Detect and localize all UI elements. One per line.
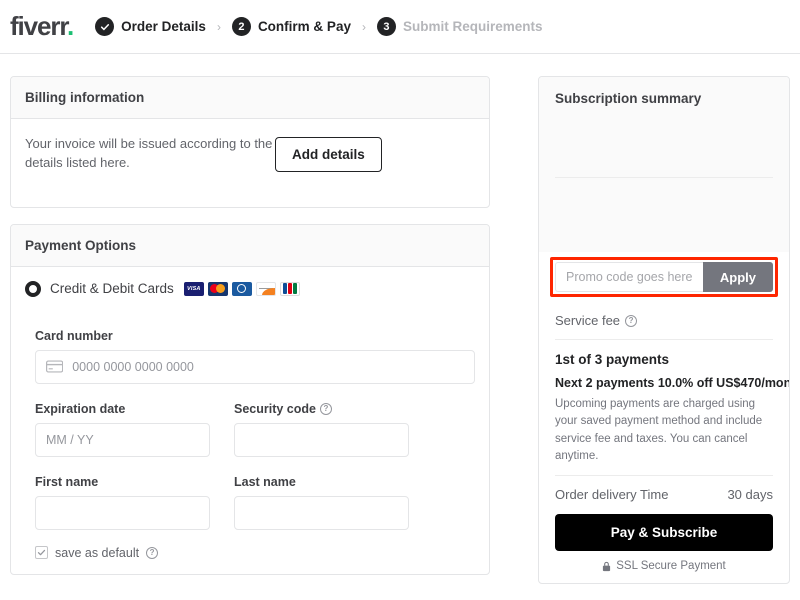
step-1-badge (95, 17, 115, 36)
card-details-form: Card number Expiration date (11, 311, 489, 574)
payment-method-credit-debit[interactable]: Credit & Debit Cards VISA (11, 267, 489, 311)
card-brand-list: VISA (183, 281, 300, 296)
security-code-help-icon[interactable]: ? (319, 402, 332, 415)
logo-wordmark: fiverr (10, 10, 68, 41)
payment-options-title: Payment Options (11, 224, 489, 267)
name-row: First name Last name (35, 475, 475, 530)
step-order-details[interactable]: Order Details (95, 17, 206, 36)
step-separator-2: › (361, 19, 366, 34)
card-number-input[interactable] (63, 359, 464, 374)
service-fee-label-group: Service fee ? (555, 313, 638, 328)
logo-dot: . (67, 10, 74, 41)
expiration-field-group: Expiration date (35, 402, 210, 457)
credit-card-icon (46, 360, 64, 373)
checkout-page: Billing information Your invoice will be… (0, 54, 800, 591)
left-column: Billing information Your invoice will be… (10, 76, 490, 591)
jcb-icon (279, 281, 300, 296)
save-as-default-checkbox[interactable] (35, 546, 48, 560)
first-name-field-group: First name (35, 475, 210, 530)
payments-description: Upcoming payments are charged using your… (555, 398, 763, 462)
step-3-badge: 3 (376, 17, 396, 36)
promo-code-input[interactable] (555, 262, 703, 292)
column-spacer (490, 76, 538, 591)
first-name-input[interactable] (35, 495, 210, 530)
service-fee-row: Service fee ? (539, 302, 789, 339)
last-name-field-group: Last name (234, 475, 409, 530)
step-submit-requirements: 3 Submit Requirements (376, 17, 543, 36)
check-icon (100, 23, 109, 30)
step-2-badge: 2 (231, 17, 251, 36)
last-name-input[interactable] (234, 495, 409, 530)
order-delivery-value: 30 days (727, 487, 773, 502)
right-column: Subscription summary Apply Service fee ? (538, 76, 790, 591)
step-confirm-pay[interactable]: 2 Confirm & Pay (231, 17, 351, 36)
visa-icon: VISA (183, 281, 204, 296)
pay-and-subscribe-button[interactable]: Pay & Subscribe (555, 514, 773, 551)
apply-promo-button[interactable]: Apply (702, 262, 773, 292)
subscription-summary-header: Subscription summary (539, 77, 789, 252)
save-as-default-help-icon[interactable]: ? (146, 546, 159, 559)
expiry-security-row: Expiration date Security code ? (35, 402, 475, 457)
step-3-label: Submit Requirements (402, 19, 543, 34)
payment-options-card: Payment Options Credit & Debit Cards VIS… (10, 223, 490, 575)
app-header: fiverr. Order Details › 2 Confirm & Pay … (0, 0, 800, 54)
order-delivery-label: Order delivery Time (555, 487, 669, 502)
payments-block: 1st of 3 payments Next 2 payments 10.0% … (539, 340, 789, 475)
first-name-label: First name (35, 474, 99, 489)
summary-divider (555, 177, 773, 178)
step-2-label: Confirm & Pay (257, 19, 351, 34)
add-details-button[interactable]: Add details (275, 137, 382, 172)
security-code-label: Security code ? (234, 402, 409, 416)
lock-icon (603, 561, 611, 571)
diners-club-icon (231, 281, 252, 296)
security-code-input[interactable] (234, 422, 409, 457)
credit-debit-radio[interactable] (25, 280, 41, 297)
checkout-stepper: Order Details › 2 Confirm & Pay › 3 Subm… (95, 17, 543, 36)
checkmark-icon (37, 550, 46, 556)
order-delivery-row: Order delivery Time 30 days (539, 476, 789, 514)
promo-code-section: Apply (539, 252, 789, 302)
ssl-secure-payment-note: SSL Secure Payment (539, 551, 789, 583)
subscription-summary-title: Subscription summary (555, 91, 702, 106)
security-code-field-group: Security code ? (234, 402, 409, 457)
diners-ring (237, 284, 247, 294)
step-1-label: Order Details (121, 19, 206, 34)
ssl-secure-payment-label: SSL Secure Payment (616, 560, 726, 572)
billing-description: Your invoice will be issued according to… (25, 136, 273, 170)
promo-code-box: Apply (555, 262, 773, 292)
last-name-label: Last name (234, 474, 296, 489)
subscription-summary-card: Subscription summary Apply Service fee ? (538, 76, 790, 584)
mastercard-circles (210, 284, 226, 294)
security-code-label-text: Security code (234, 401, 316, 416)
save-as-default-row[interactable]: save as default ? (35, 546, 475, 560)
service-fee-label: Service fee (555, 313, 621, 328)
payments-subtitle: Next 2 payments 10.0% off US$470/month (555, 376, 790, 390)
card-number-label: Card number (35, 328, 113, 343)
credit-debit-label: Credit & Debit Cards (50, 281, 174, 297)
save-as-default-label: save as default (55, 545, 140, 560)
billing-information-card: Billing information Your invoice will be… (10, 76, 490, 208)
discover-icon (255, 281, 276, 296)
expiration-date-label: Expiration date (35, 401, 126, 416)
fiverr-logo[interactable]: fiverr. (10, 10, 74, 41)
card-number-field-group: Card number (35, 329, 475, 384)
expiration-date-input[interactable] (35, 422, 210, 457)
mastercard-icon (207, 281, 228, 296)
service-fee-help-icon[interactable]: ? (625, 314, 638, 327)
billing-information-body: Your invoice will be issued according to… (11, 119, 489, 207)
step-separator-1: › (216, 19, 221, 34)
card-number-input-wrapper[interactable] (35, 349, 475, 384)
billing-information-title: Billing information (11, 77, 489, 119)
payments-title: 1st of 3 payments (555, 352, 670, 367)
